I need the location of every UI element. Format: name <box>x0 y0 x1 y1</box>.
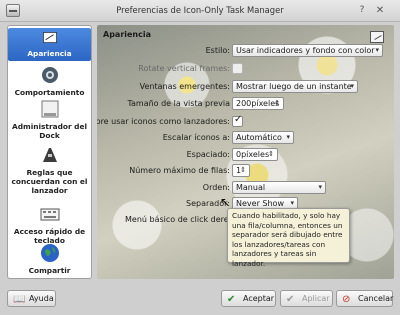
ventanas-label: Ventanas emergentes: <box>139 82 230 91</box>
ventanas-row: Ventanas emergentes: Mostrar luego de un… <box>97 80 394 94</box>
cancel-icon: ⊘ <box>342 294 351 305</box>
page-title: Apariencia <box>103 30 152 39</box>
help-button[interactable]: 📖 Ayuda <box>7 290 56 307</box>
rotate-label: Rotate vertical frames: <box>138 64 230 73</box>
appearance-icon <box>42 32 57 43</box>
tamano-value: 200píxeles <box>236 99 280 108</box>
spin-arrows-icon[interactable]: ⇕ <box>268 149 274 160</box>
close-icon[interactable]: ✕ <box>374 5 386 17</box>
dock-manager-icon <box>41 100 58 118</box>
checkmark-icon: ✔ <box>227 294 236 305</box>
filas-label: Número máximo de filas: <box>129 166 230 175</box>
sidebar-item-label: Comportamiento <box>14 88 85 97</box>
siempre-checkbox[interactable]: ✓ <box>232 114 243 127</box>
orden-dropdown[interactable]: Manual ▾ <box>232 181 326 194</box>
appearance-icon <box>370 31 384 43</box>
escalar-row: Escalar íconos a: Automático ▾ <box>97 131 394 145</box>
chevron-down-icon: ▾ <box>350 82 354 90</box>
apply-check-icon: ✔ <box>286 294 295 305</box>
sidebar-item-comportamiento[interactable]: Comportamiento <box>8 64 91 97</box>
sidebar-item-rules[interactable]: Reglas que concuerdan con el lanzador <box>8 144 91 200</box>
ventanas-dropdown[interactable]: Mostrar luego de un instante ▾ <box>232 80 358 93</box>
window-title: Preferencias de Icon-Only Task Manager <box>116 5 284 15</box>
cancel-button[interactable]: ⊘ Cancelar <box>336 290 393 307</box>
orden-label: Orden: <box>202 183 230 192</box>
spin-arrows-icon[interactable]: ⇕ <box>274 98 280 109</box>
espaciado-label: Espaciado: <box>186 150 230 159</box>
escalar-label: Escalar íconos a: <box>162 133 230 142</box>
spin-arrows-icon[interactable]: ⇕ <box>240 165 246 176</box>
help-icon[interactable]: ? <box>356 5 368 17</box>
estilo-row: Estilo: Usar indicadores y fondo con col… <box>97 44 394 58</box>
accept-button[interactable]: ✔ Aceptar <box>221 290 276 307</box>
apply-button-label: Aplicar <box>302 294 330 303</box>
sidebar: Apariencia Comportamiento Administrador … <box>7 25 92 279</box>
separator-tooltip: Cuando habilitado, y solo hay una fila/c… <box>227 208 350 268</box>
escalar-dropdown[interactable]: Automático ▾ <box>232 131 294 144</box>
globe-icon <box>40 244 59 262</box>
orden-value: Manual <box>236 183 266 192</box>
espaciado-row: Espaciado: 0píxeles ⇕ <box>97 148 394 162</box>
gear-icon <box>41 67 58 83</box>
sidebar-item-compartir[interactable]: Compartir <box>8 242 91 275</box>
menu-label: Menú básico de click derecho <box>125 215 244 224</box>
orden-row: Orden: Manual ▾ <box>97 181 394 195</box>
estilo-label: Estilo: <box>205 46 230 55</box>
tamano-label: Tamaño de la vista previa <box>127 99 230 108</box>
tamano-row: Tamaño de la vista previa 200píxeles ⇕ <box>97 97 394 111</box>
filas-row: Número máximo de filas: 1 ⇕ <box>97 164 394 178</box>
sidebar-item-label: Administrador del Dock <box>11 122 88 140</box>
rotate-row: Rotate vertical frames: <box>97 62 394 76</box>
keyboard-icon <box>40 208 59 221</box>
chevron-down-icon: ▾ <box>375 46 379 54</box>
separador-value: Never Show <box>236 199 284 208</box>
siempre-row: Siempre usar iconos como lanzadores: ✓ <box>97 114 394 129</box>
estilo-dropdown[interactable]: Usar indicadores y fondo con color ▾ <box>232 44 383 57</box>
apply-button[interactable]: ✔ Aplicar <box>280 290 333 307</box>
accept-button-label: Aceptar <box>243 294 275 303</box>
sidebar-item-keyboard[interactable]: Acceso rápido de teclado <box>8 203 91 245</box>
title-bar: Preferencias de Icon-Only Task Manager ?… <box>0 0 400 22</box>
sidebar-item-label: Compartir <box>28 266 71 275</box>
chevron-down-icon: ▾ <box>318 183 322 191</box>
rotate-checkbox[interactable] <box>232 63 243 74</box>
filas-spinbox[interactable]: 1 ⇕ <box>232 164 250 177</box>
tamano-spinbox[interactable]: 200píxeles ⇕ <box>232 97 284 110</box>
estilo-value: Usar indicadores y fondo con color <box>236 46 375 55</box>
help-button-label: Ayuda <box>29 294 54 303</box>
mouse-cursor-icon: ↖ <box>220 195 231 209</box>
sidebar-item-dock-manager[interactable]: Administrador del Dock <box>8 98 91 140</box>
help-book-icon: 📖 <box>13 294 26 305</box>
sidebar-item-label: Apariencia <box>27 49 72 58</box>
settings-panel: Apariencia Estilo: Usar indicadores y fo… <box>97 25 394 279</box>
siempre-label: Siempre usar iconos como lanzadores: <box>97 117 230 126</box>
espaciado-value: 0píxeles <box>236 150 270 159</box>
sidebar-item-apariencia[interactable]: Apariencia <box>8 28 91 61</box>
ventanas-value: Mostrar luego de un instante <box>236 82 352 91</box>
escalar-value: Automático <box>236 133 282 142</box>
espaciado-spinbox[interactable]: 0píxeles ⇕ <box>232 148 278 161</box>
cancel-button-label: Cancelar <box>358 294 394 303</box>
rules-icon <box>42 148 57 162</box>
checkmark-icon: ✓ <box>234 114 243 125</box>
sidebar-item-label: Reglas que concuerdan con el lanzador <box>11 168 88 195</box>
chevron-down-icon: ▾ <box>286 133 290 141</box>
